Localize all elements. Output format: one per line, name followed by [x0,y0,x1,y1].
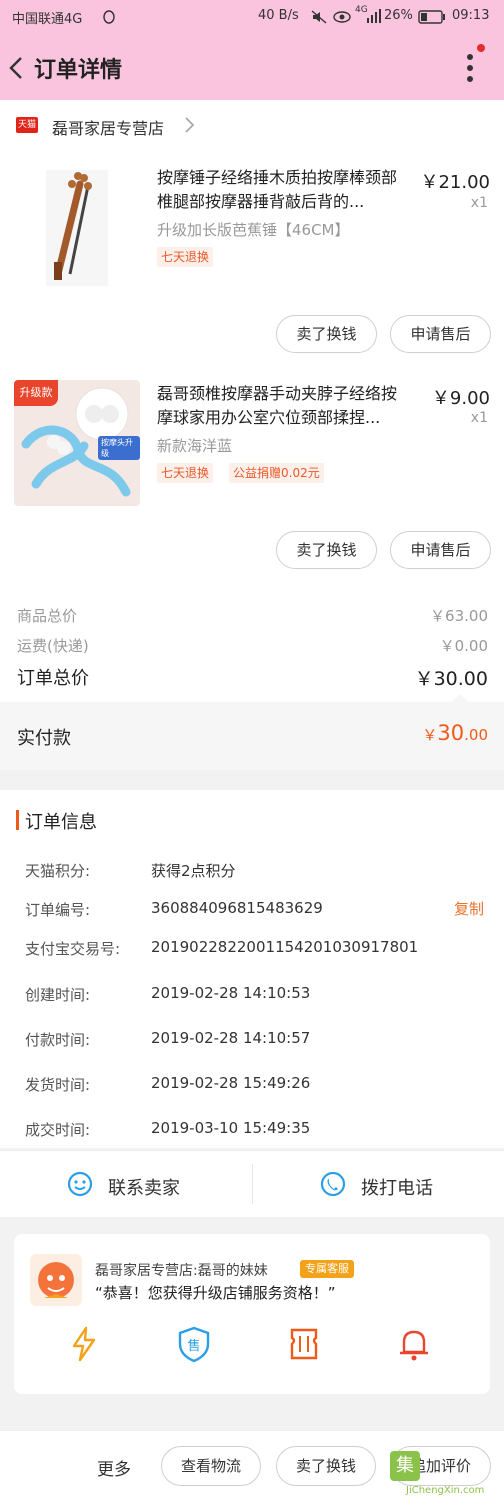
clock: 09:13 [452,8,490,23]
bottom-action-bar: 更多 查看物流 卖了换钱 追加评价 集 JiChengXin.com [0,1430,504,1500]
call-phone-label: 拨打电话 [361,1178,433,1199]
app-header: 中国联通4G 40 B/s 4G 26% 09:13 订单详情 [0,0,504,100]
order-total-value: ￥30.00 [414,668,488,690]
notification-dot [477,44,485,52]
paid-currency: ￥ [422,726,438,744]
service-agent-name: 磊哥家居专营店:磊哥的妹妹 [95,1263,268,1279]
copy-order-number-button[interactable]: 复制 [454,898,484,919]
chat-icon [67,1171,93,1197]
section-accent-bar [16,810,19,830]
contact-seller-label: 联系卖家 [108,1178,180,1199]
product-image[interactable] [14,162,140,288]
product-quantity: x1 [470,410,488,426]
mute-icon [311,10,327,24]
caret-up-icon [450,694,470,703]
ticket-icon[interactable] [284,1324,324,1364]
signal-icon [367,9,381,23]
after-sale-char: 售 [187,1338,200,1354]
net-speed-label: 40 B/s [258,8,299,23]
carrier-label: 中国联通4G [12,12,83,27]
info-label: 天猫积分: [25,862,91,880]
shipping-value: ￥0.00 [439,637,488,655]
service-message: “恭喜！您获得升级店铺服务资格！” [95,1284,336,1302]
product-price: ￥21.00 [420,172,490,193]
product-price: ￥9.00 [431,388,490,409]
more-menu-button[interactable] [462,52,478,84]
resell-button[interactable]: 卖了换钱 [276,1446,376,1486]
order-info-title: 订单信息 [25,812,97,833]
eye-icon [333,11,351,23]
page-title: 订单详情 [34,58,123,83]
kebab-dot [467,54,473,60]
service-avatar [30,1254,82,1306]
resell-button[interactable]: 卖了换钱 [276,315,377,353]
battery-percent: 26% [384,8,413,23]
watermark: 集 JiChengXin.com [386,1451,504,1500]
phone-icon [320,1171,346,1197]
info-value: 2019-02-28 15:49:26 [151,1074,311,1092]
shop-name-link[interactable]: 磊哥家居专营店 [52,115,164,139]
info-value: 2019-03-10 15:49:35 [151,1119,311,1137]
resell-button[interactable]: 卖了换钱 [276,531,377,569]
battery-icon [418,10,445,24]
product-sku: 升级加长版芭蕉锤【46CM】 [157,221,350,239]
mascot-avatar-icon [38,1262,74,1298]
watermark-logo: 集 [390,1451,420,1481]
more-button[interactable]: 更多 [97,1455,131,1480]
charity-tag: 公益捐赠0.02元 [229,463,324,483]
info-value: 获得2点积分 [151,862,236,880]
chevron-right-icon[interactable] [182,116,196,134]
return-policy-tag: 七天退换 [157,247,214,267]
kebab-dot [467,76,473,82]
info-value: 2019022822001154201030917801 [151,938,419,956]
info-value: 2019-02-28 14:10:53 [151,984,311,1002]
massage-hammer-image [46,170,108,286]
info-label: 订单编号: [25,901,91,919]
product-title[interactable]: 磊哥颈椎按摩器手动夹脖子经络按摩球家用办公室穴位颈部揉捏... [157,382,412,430]
qq-icon [103,10,115,24]
after-sale-button[interactable]: 申请售后 [390,531,491,569]
back-chevron-icon[interactable] [6,56,26,80]
return-policy-tag: 七天退换 [157,463,214,483]
after-sale-shield-icon[interactable]: 售 [174,1324,214,1364]
info-label: 成交时间: [25,1121,91,1139]
tmall-badge: 天猫 [16,117,38,133]
head-upgrade-label: 按摩头升级 [98,436,140,460]
dedicated-service-badge: 专属客服 [300,1260,354,1278]
after-sale-button[interactable]: 申请售后 [390,315,491,353]
product-quantity: x1 [470,195,488,211]
goods-total-label: 商品总价 [17,607,78,625]
paid-decimal: .00 [464,726,488,744]
lightning-icon[interactable] [64,1324,104,1364]
product-sku: 新款海洋蓝 [157,437,233,455]
info-label: 支付宝交易号: [25,940,121,958]
bell-icon[interactable] [394,1324,434,1364]
product-title[interactable]: 按摩锤子经络捶木质拍按摩棒颈部椎腿部按摩器捶背敲后背的... [157,166,412,214]
info-label: 创建时间: [25,986,91,1004]
customer-service-card[interactable]: 磊哥家居专营店:磊哥的妹妹 专属客服 “恭喜！您获得升级店铺服务资格！” 售 [14,1234,490,1394]
paid-integer: 30 [437,721,465,745]
view-logistics-button[interactable]: 查看物流 [161,1446,261,1486]
upgrade-badge: 升级款 [14,380,58,406]
watermark-text: JiChengXin.com [406,1485,485,1496]
info-value: 2019-02-28 14:10:57 [151,1029,311,1047]
paid-amount: ￥30.00 [422,721,488,745]
order-number-value: 360884096815483629 [151,899,323,917]
info-label: 付款时间: [25,1031,91,1049]
goods-total-value: ￥63.00 [430,607,488,625]
order-total-label: 订单总价 [17,668,89,689]
product-image[interactable]: 升级款 按摩头升级 [14,380,140,506]
info-label: 发货时间: [25,1076,91,1094]
paid-label: 实付款 [17,728,71,749]
kebab-dot [467,65,473,71]
shipping-label: 运费(快递) [17,637,89,655]
